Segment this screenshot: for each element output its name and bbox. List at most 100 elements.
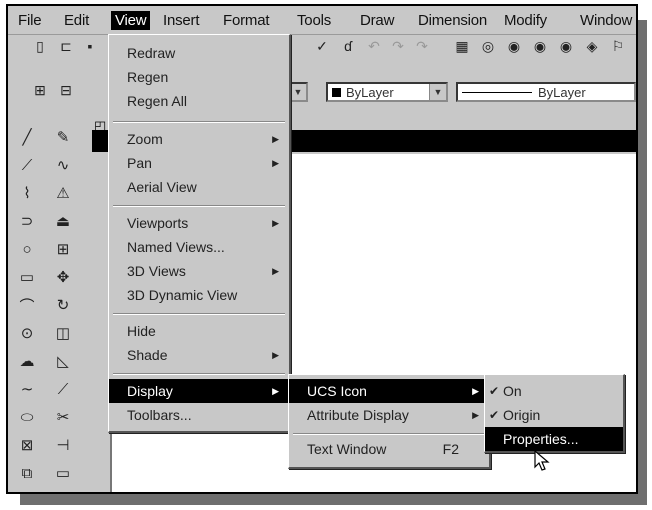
polygon-icon[interactable]: ⊃	[16, 210, 38, 232]
offset-icon[interactable]: ⏏	[52, 210, 74, 232]
circle-small-icon[interactable]: ○	[16, 238, 38, 260]
menu-item-pan[interactable]: Pan ▶	[109, 151, 289, 175]
zoom-realtime-icon[interactable]: ◎	[478, 36, 498, 56]
separator	[293, 433, 485, 435]
menu-tools[interactable]: Tools	[297, 12, 331, 29]
menu-item-named-views[interactable]: Named Views...	[109, 235, 289, 259]
circle-icon[interactable]: ⊙	[16, 322, 38, 344]
named-views-icon[interactable]: ◈	[582, 36, 602, 56]
arc-icon[interactable]: ⌒	[16, 294, 38, 316]
match-properties-icon[interactable]: ✓	[312, 36, 332, 56]
linetype-value: ByLayer	[538, 84, 586, 100]
menu-window[interactable]: Window	[580, 12, 632, 29]
new-file-icon[interactable]: ▯	[30, 36, 50, 56]
menu-item-zoom[interactable]: Zoom ▶	[109, 127, 289, 151]
mouse-pointer-icon	[534, 450, 550, 471]
menu-item-hide[interactable]: Hide	[109, 319, 289, 343]
menu-item-viewports[interactable]: Viewports ▶	[109, 211, 289, 235]
display-submenu: UCS Icon ▶ Attribute Display ▶ Text Window…	[288, 374, 491, 469]
lengthen-icon[interactable]: ⟋	[52, 378, 74, 400]
menu-item-regen-all[interactable]: Regen All	[109, 89, 289, 113]
menu-item-ucs-icon[interactable]: UCS Icon ▶	[289, 379, 489, 403]
submenu-arrow-icon: ▶	[472, 409, 479, 420]
break-icon[interactable]: ▭	[52, 462, 74, 484]
menu-item-toolbars[interactable]: Toolbars...	[109, 403, 289, 427]
checkmark-icon: ✔	[489, 384, 500, 398]
zoom-extents-icon[interactable]: ◉	[556, 36, 576, 56]
menu-draw[interactable]: Draw	[360, 12, 394, 29]
polyline-icon[interactable]: ⌇	[16, 182, 38, 204]
submenu-arrow-icon: ▶	[272, 385, 279, 396]
extend-icon[interactable]: ⊣	[52, 434, 74, 456]
submenu-arrow-icon: ▶	[272, 349, 279, 360]
menu-item-redraw[interactable]: Redraw	[109, 41, 289, 65]
menu-format[interactable]: Format	[223, 12, 270, 29]
spline-icon[interactable]: ∼	[16, 378, 38, 400]
separator	[113, 373, 285, 375]
submenu-arrow-icon: ▶	[272, 217, 279, 228]
revision-cloud-icon[interactable]: ☁	[16, 350, 38, 372]
menu-modify[interactable]: Modify	[504, 12, 547, 29]
undo-icon[interactable]: ↶	[364, 36, 384, 56]
zoom-window-icon[interactable]: ◉	[504, 36, 524, 56]
menu-item-on[interactable]: ✔ On	[485, 379, 623, 403]
make-block-icon[interactable]: ⧉	[16, 462, 38, 484]
ellipse-icon[interactable]: ⬭	[16, 406, 38, 428]
rectangle-icon[interactable]: ▭	[16, 266, 38, 288]
menu-edit[interactable]: Edit	[64, 12, 89, 29]
menu-dimension[interactable]: Dimension	[418, 12, 487, 29]
color-swatch	[332, 87, 341, 97]
redo-icon[interactable]: ↷	[388, 36, 408, 56]
line-icon[interactable]: ╱	[16, 126, 38, 148]
dropdown-icon: ▼	[289, 84, 306, 100]
linetype-sample	[462, 91, 532, 93]
scale-icon[interactable]: ◫	[52, 322, 74, 344]
menu-item-origin[interactable]: ✔ Origin	[485, 403, 623, 427]
object-properties-toolbar: ⊞ ⊟ ▼ ByLayer ▼ ByLayer	[8, 74, 636, 108]
mirror-icon[interactable]: ⚠	[52, 182, 74, 204]
menu-item-properties[interactable]: Properties...	[485, 427, 623, 451]
menu-item-3d-dynamic-view[interactable]: 3D Dynamic View	[109, 283, 289, 307]
menu-item-shade[interactable]: Shade ▶	[109, 343, 289, 367]
menu-item-text-window[interactable]: Text Window F2	[289, 437, 489, 461]
trim-icon[interactable]: ✂	[52, 406, 74, 428]
menu-item-3d-views[interactable]: 3D Views ▶	[109, 259, 289, 283]
stretch-icon[interactable]: ◺	[52, 350, 74, 372]
redo-list-icon[interactable]: ↷	[412, 36, 432, 56]
erase-icon[interactable]: ✎	[52, 126, 74, 148]
menu-item-display[interactable]: Display ▶	[109, 379, 289, 403]
checkmark-icon: ✔	[489, 408, 500, 422]
submenu-arrow-icon: ▶	[272, 133, 279, 144]
rotate-icon[interactable]: ↻	[52, 294, 74, 316]
menu-view[interactable]: View	[111, 11, 151, 30]
array-icon[interactable]: ⊞	[52, 238, 74, 260]
paintbrush-icon[interactable]: ɗ	[338, 36, 358, 56]
submenu-arrow-icon: ▶	[472, 385, 479, 396]
construction-line-icon[interactable]: ⟋	[16, 154, 38, 176]
insert-block-icon[interactable]: ⊠	[16, 434, 38, 456]
layers-icon[interactable]: ⊟	[56, 80, 76, 100]
realtime-pan-icon[interactable]: ▦	[452, 36, 472, 56]
make-object-layer-current-icon[interactable]: ⊞	[30, 80, 50, 100]
properties-icon[interactable]: ⚐	[608, 36, 628, 56]
linetype-control[interactable]: ByLayer	[456, 82, 636, 102]
color-control[interactable]: ByLayer ▼	[326, 82, 448, 102]
menu-file[interactable]: File	[18, 12, 42, 29]
separator	[113, 121, 285, 123]
separator	[113, 205, 285, 207]
open-file-icon[interactable]: ⊏	[56, 36, 76, 56]
dropdown-icon: ▼	[429, 84, 446, 100]
layer-combo-arrow[interactable]: ▼	[289, 82, 308, 102]
draw-modify-toolbars: ╱ ✎ ⟋ ∿ ⌇ ⚠ ⊃ ⏏ ○ ⊞ ▭ ✥ ⌒ ↻ ⊙ ◫ ☁ ◺ ∼ ⟋ …	[8, 118, 86, 492]
menu-insert[interactable]: Insert	[163, 12, 200, 29]
text-window-shortcut: F2	[442, 441, 459, 457]
app-window: File Edit View Insert Format Tools Draw …	[6, 4, 638, 494]
zoom-previous-icon[interactable]: ◉	[530, 36, 550, 56]
color-value: ByLayer	[346, 84, 394, 100]
save-icon[interactable]: ▪	[80, 36, 100, 56]
menu-item-aerial-view[interactable]: Aerial View	[109, 175, 289, 199]
menu-item-attribute-display[interactable]: Attribute Display ▶	[289, 403, 489, 427]
copy-icon[interactable]: ∿	[52, 154, 74, 176]
move-icon[interactable]: ✥	[52, 266, 74, 288]
menu-item-regen[interactable]: Regen	[109, 65, 289, 89]
